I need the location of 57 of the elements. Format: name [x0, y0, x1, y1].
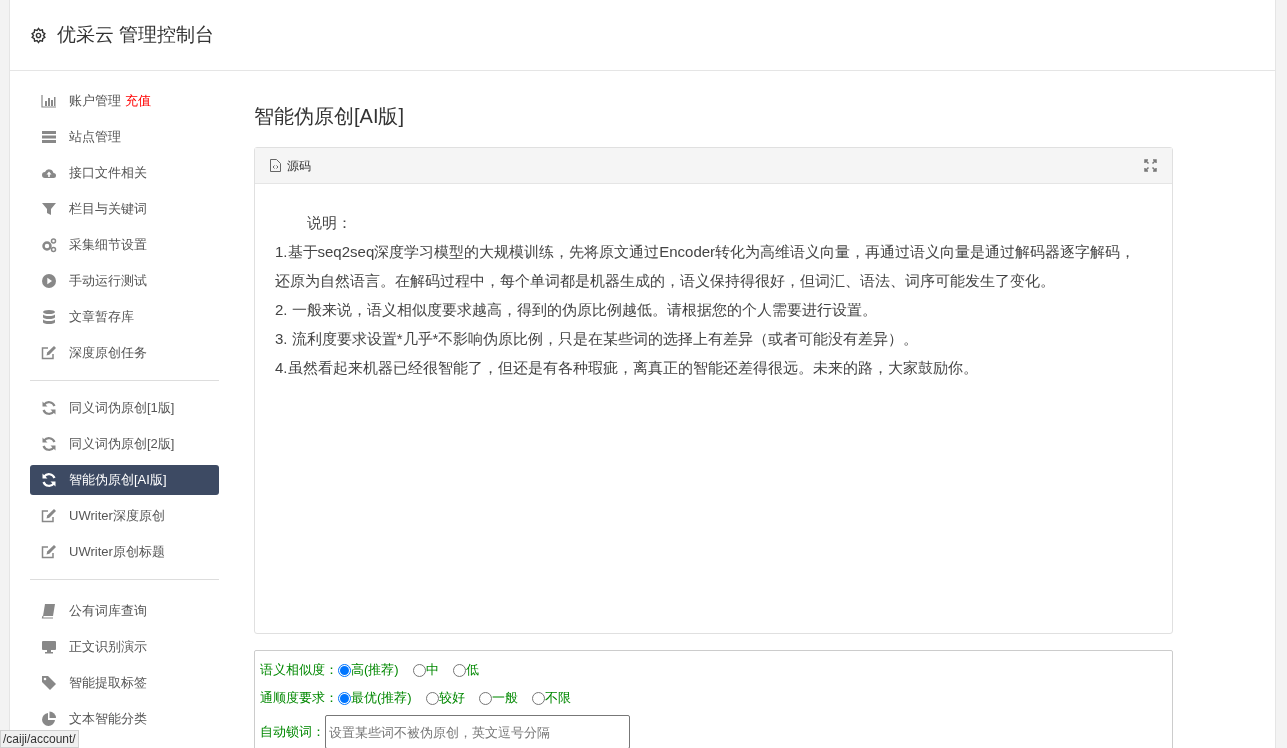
- edit-icon: [41, 508, 57, 524]
- server-icon: [41, 129, 57, 145]
- sidebar-item[interactable]: 接口文件相关: [30, 158, 219, 188]
- radio-option[interactable]: 高(推荐): [338, 659, 399, 681]
- sidebar-item[interactable]: 深度原创任务: [30, 338, 219, 368]
- refresh-icon: [41, 400, 57, 416]
- tag-icon: [41, 675, 57, 691]
- pie-chart-icon: [41, 711, 57, 727]
- description-text: 说明：: [306, 213, 353, 233]
- option-label: 语义相似度：: [260, 661, 338, 679]
- sidebar-item[interactable]: 文章暂存库: [30, 302, 219, 332]
- sidebar-item[interactable]: 账户管理 充值: [30, 86, 219, 116]
- sidebar-item[interactable]: 站点管理: [30, 122, 219, 152]
- option-label: 自动锁词：: [260, 723, 325, 741]
- app-title: 优采云 管理控制台: [57, 22, 215, 47]
- sidebar-item[interactable]: 同义词伪原创[1版]: [30, 393, 219, 423]
- radio-option[interactable]: 最优(推荐): [338, 687, 412, 709]
- refresh-icon: [41, 472, 57, 488]
- book-icon: [41, 603, 57, 619]
- edit-icon: [41, 544, 57, 560]
- settings-icon: [30, 26, 47, 44]
- sidebar-item[interactable]: 智能伪原创[AI版]: [30, 465, 219, 495]
- file-code-icon: [270, 159, 281, 172]
- gears-icon: [41, 237, 57, 253]
- description-text: 1.基于seq2seq深度学习模型的大规模训练，先将原文通过Encoder转化为高维语义向量，再通过语义向量是通过解码器逐字解码，还原为自然语言。在解码过程中，每个单词都是机器生成的，语义保持得很好，但词汇、语法、词序可能发生了变化。: [275, 242, 1137, 291]
- sidebar-item[interactable]: UWriter深度原创: [30, 501, 219, 531]
- radio-option[interactable]: 较好: [425, 687, 465, 709]
- sidebar-item[interactable]: 公有词库查询: [30, 596, 219, 626]
- database-icon: [41, 309, 57, 325]
- sidebar-item[interactable]: 采集细节设置: [30, 230, 219, 260]
- refresh-icon: [41, 436, 57, 452]
- description-text: 2. 一般来说，语义相似度要求越高，得到的伪原比例越低。请根据您的个人需要进行设置。: [275, 300, 878, 320]
- sidebar-item[interactable]: 智能提取标签: [30, 668, 219, 698]
- radio-option[interactable]: 不限: [531, 687, 571, 709]
- fullscreen-icon[interactable]: [1144, 159, 1157, 172]
- page-title: 智能伪原创[AI版]: [254, 104, 405, 129]
- lock-words-field[interactable]: 设置某些词不被伪原创，英文逗号分隔: [325, 715, 630, 748]
- sidebar-item[interactable]: 手动运行测试: [30, 266, 219, 296]
- sidebar-item[interactable]: 正文识别演示: [30, 632, 219, 662]
- status-url: /caiji/account/: [0, 730, 79, 748]
- edit-icon: [41, 345, 57, 361]
- radio-option[interactable]: 中: [412, 659, 439, 681]
- sidebar-item[interactable]: 栏目与关键词: [30, 194, 219, 224]
- radio-option[interactable]: 低: [452, 659, 479, 681]
- option-label: 通顺度要求：: [260, 689, 338, 707]
- monitor-icon: [41, 639, 57, 655]
- source-tab[interactable]: 源码: [287, 156, 311, 175]
- radio-option[interactable]: 一般: [478, 687, 518, 709]
- description-text: 3. 流利度要求设置*几乎*不影响伪原比例，只是在某些词的选择上有差异（或者可能没有差异）。: [275, 329, 920, 349]
- play-circle-icon: [41, 273, 57, 289]
- bar-chart-icon: [41, 93, 57, 109]
- item-label: 账户管理: [69, 92, 121, 111]
- sidebar-item[interactable]: 同义词伪原创[2版]: [30, 429, 219, 459]
- sidebar-item[interactable]: UWriter原创标题: [30, 537, 219, 567]
- recharge-link[interactable]: 充值: [125, 91, 151, 111]
- description-text: 4.虽然看起来机器已经很智能了，但还是有各种瑕疵，离真正的智能还差得很远。未来的路，大家鼓励你。: [275, 358, 979, 378]
- filter-icon: [41, 201, 57, 217]
